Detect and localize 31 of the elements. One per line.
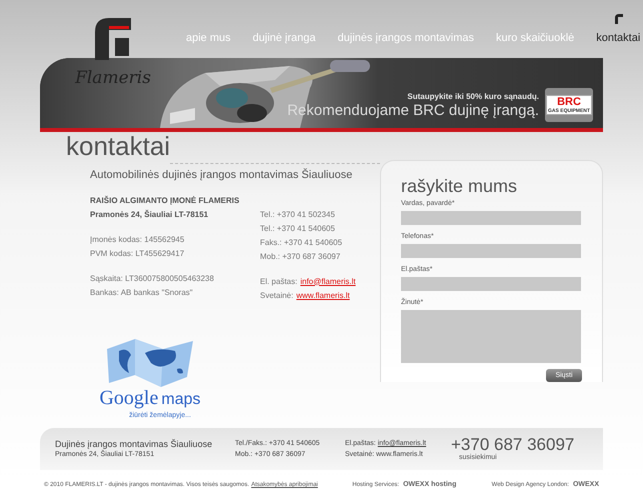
phone-number: Tel.: +370 41 502345 — [260, 208, 336, 220]
subtitle: Automobilinės dujinės įrangos montavimas Šiauliuose — [89, 167, 354, 183]
contact-link[interactable]: www.flameris.lt — [296, 288, 350, 302]
phone-number: Mob.: +370 687 36097 — [260, 250, 342, 262]
banner-tagline: Sutaupykite iki 50% kuro sąnaudų. — [407, 92, 539, 102]
input-field[interactable] — [401, 211, 581, 225]
company-address: Pramonės 24, Šiauliai LT-78151 — [90, 208, 210, 220]
bank-info: Sąskaita: LT360075800505463238 — [90, 272, 215, 285]
message-field[interactable] — [401, 310, 581, 363]
map-product: maps — [161, 390, 200, 410]
company-name: RAIŠIO ALGIMANTO ĮMONĖ FLAMERIS — [90, 194, 240, 207]
company-code: Įmonės kodas: 145562945 — [90, 234, 186, 246]
input-field[interactable] — [401, 277, 581, 291]
nav-link[interactable]: kontaktai — [596, 14, 640, 45]
form-title: rašykite mums — [401, 175, 518, 197]
contact-label: Svetainė: — [260, 290, 294, 302]
logo-icon — [95, 18, 131, 60]
logo-text: Flameris — [75, 68, 151, 88]
map-icon — [105, 338, 195, 386]
contact-link[interactable]: info@flameris.lt — [300, 274, 356, 288]
bank-info: Bankas: AB bankas "Snoras" — [90, 286, 194, 298]
input-field[interactable] — [401, 244, 581, 258]
phone-number: Tel.: +370 41 540605 — [260, 222, 336, 234]
flame-icon — [614, 14, 623, 24]
company-code: PVM kodas: LT455629417 — [90, 248, 186, 260]
phone-number: Faks.: +370 41 540605 — [260, 236, 344, 248]
map-brand: Google — [99, 386, 158, 408]
page-title: kontaktai — [65, 132, 170, 160]
contact-label: El. paštas: — [260, 276, 298, 288]
footer-big-phone: +370 687 36097 — [451, 436, 574, 454]
footer-title: Dujinės įrangos montavimas Šiauliuose — [55, 438, 214, 450]
